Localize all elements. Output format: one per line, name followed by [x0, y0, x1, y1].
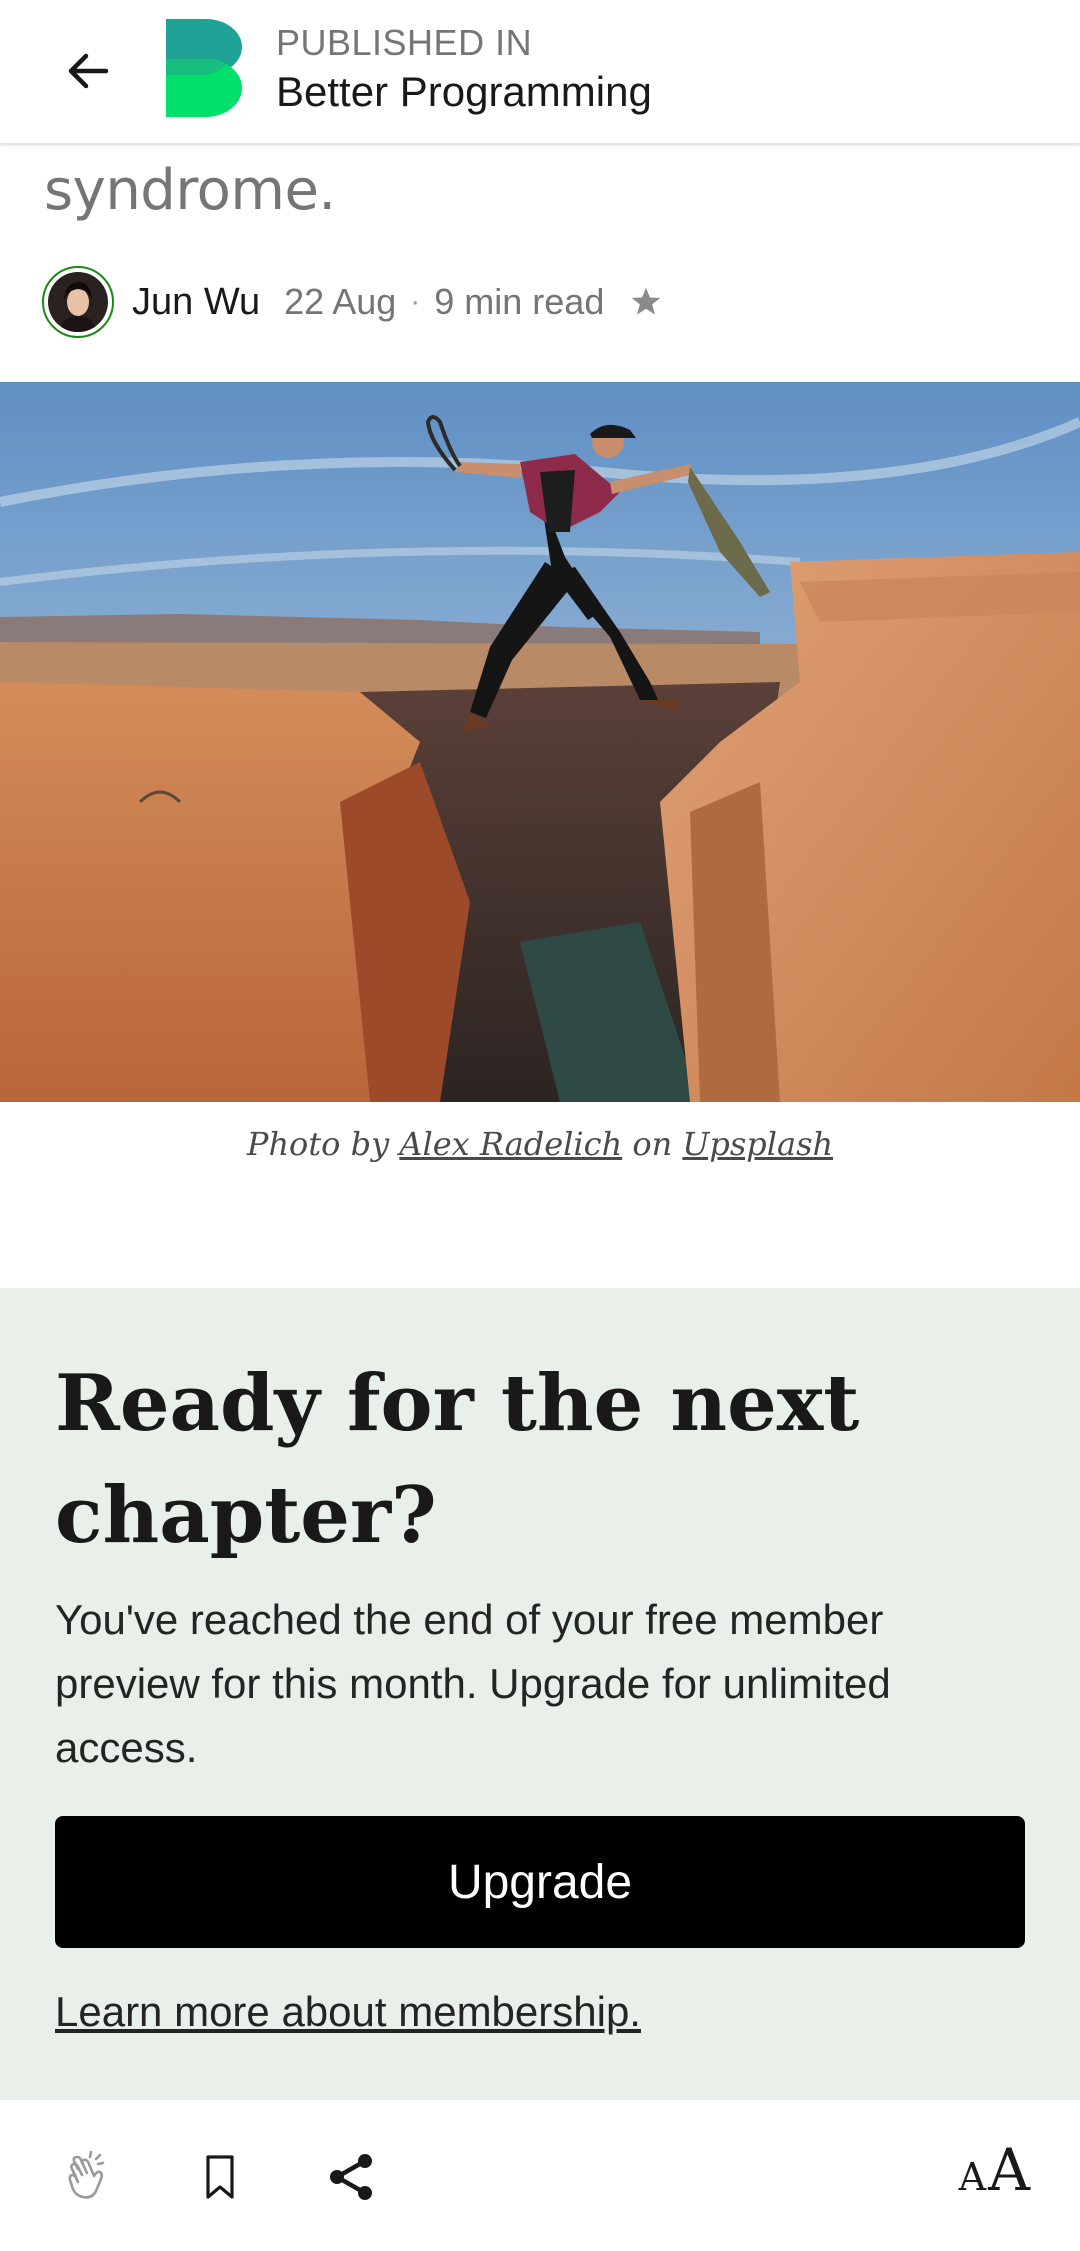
- top-app-bar: PUBLISHED IN Better Programming: [0, 0, 1080, 145]
- paywall-panel: Ready for the next chapter? You've reach…: [0, 1288, 1080, 2098]
- upgrade-button[interactable]: Upgrade: [55, 1816, 1025, 1948]
- learn-more-link[interactable]: Learn more about membership.: [55, 1988, 641, 2036]
- publication-logo[interactable]: [166, 19, 242, 117]
- article-hero-image: [0, 382, 1080, 1102]
- clap-button[interactable]: [55, 2144, 121, 2210]
- source-link[interactable]: Upsplash: [682, 1125, 833, 1163]
- bookmark-button[interactable]: [187, 2144, 253, 2210]
- caption-middle: on: [632, 1125, 673, 1163]
- photographer-link[interactable]: Alex Radelich: [399, 1125, 622, 1163]
- article-title: syndrome.: [44, 158, 336, 223]
- publish-date: 22 Aug: [284, 281, 397, 322]
- publication-logo-icon: [166, 19, 242, 117]
- read-time: 9 min read: [434, 281, 605, 322]
- avatar: [48, 272, 108, 332]
- clap-icon: [68, 2150, 105, 2199]
- share-button[interactable]: [318, 2144, 384, 2210]
- paywall-title: Ready for the next chapter?: [55, 1358, 860, 1561]
- publication-name[interactable]: Better Programming: [276, 68, 652, 116]
- paywall-text: You've reached the end of your free memb…: [55, 1596, 891, 1771]
- share-icon: [330, 2154, 372, 2200]
- font-size-button[interactable]: A A: [959, 2136, 1030, 2216]
- author-avatar[interactable]: [42, 266, 114, 338]
- image-caption: Photo by Alex Radelich on Upsplash: [0, 1125, 1080, 1163]
- byline: Jun Wu 22 Aug · 9 min read: [42, 266, 664, 338]
- back-button[interactable]: [55, 38, 121, 104]
- star-icon: [632, 287, 661, 315]
- meta-separator: ·: [410, 285, 421, 318]
- font-size-icon-large: A: [988, 2136, 1030, 2204]
- author-name[interactable]: Jun Wu: [132, 281, 260, 324]
- bottom-toolbar: A A: [0, 2098, 1080, 2251]
- published-in-label: PUBLISHED IN: [276, 22, 533, 63]
- font-size-icon: A: [958, 2155, 987, 2199]
- back-arrow-icon: [68, 53, 109, 89]
- caption-prefix: Photo by: [246, 1125, 390, 1163]
- bookmark-icon: [206, 2155, 234, 2199]
